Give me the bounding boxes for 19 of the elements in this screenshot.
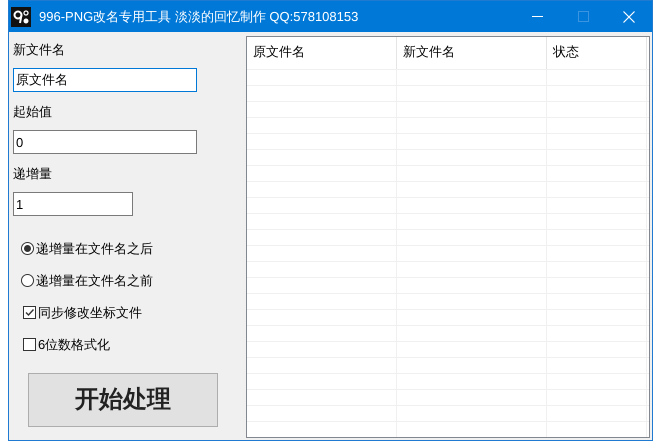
field-label: 新文件名 <box>13 41 66 59</box>
field-label: 递增量 <box>13 165 53 183</box>
start-button[interactable]: 开始处理 <box>28 373 218 427</box>
checkbox-option[interactable]: 6位数格式化 <box>13 334 246 355</box>
column-header[interactable]: 新文件名 <box>397 37 547 69</box>
radio-option[interactable]: 递增量在文件名之前 <box>13 270 246 291</box>
column-header[interactable]: 原文件名 <box>247 37 397 69</box>
field-label: 起始值 <box>13 103 53 121</box>
radio-option[interactable]: 递增量在文件名之后 <box>13 238 246 259</box>
app-icon <box>11 6 31 26</box>
window-title: 996-PNG改名专用工具 淡淡的回忆制作 QQ:578108153 <box>39 8 358 26</box>
input-field[interactable]: 0 <box>13 130 197 154</box>
input-field[interactable]: 1 <box>13 192 133 216</box>
close-icon <box>623 10 635 22</box>
maximize-icon <box>578 11 588 22</box>
input-field[interactable]: 原文件名 <box>13 68 197 92</box>
column-header[interactable]: 状态 <box>547 37 647 69</box>
checkbox-option[interactable]: 同步修改坐标文件 <box>13 302 246 323</box>
minimize-icon <box>532 16 542 18</box>
